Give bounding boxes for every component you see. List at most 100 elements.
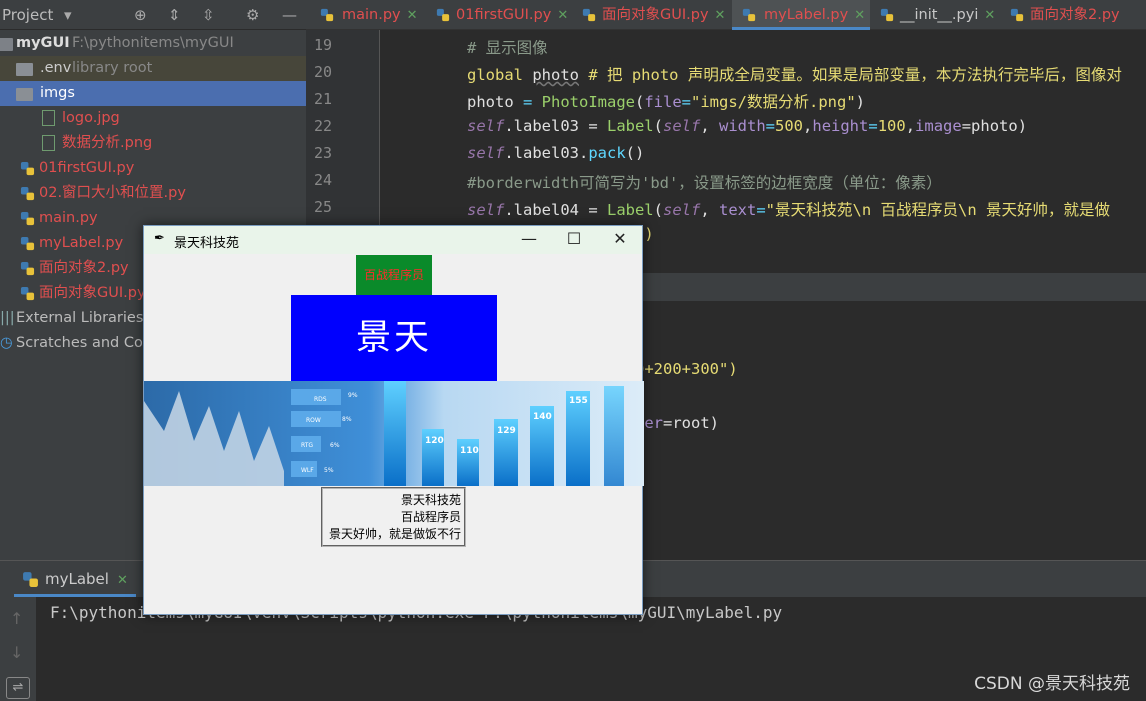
tk-titlebar[interactable]: ✒ 景天科技苑 — ☐ ✕ [144, 226, 642, 254]
image-row-label: ROW [306, 417, 321, 424]
tree-item-path: F:\pythonitems\myGUI [72, 35, 234, 51]
code-line-fragment: ter=root) [635, 414, 719, 432]
project-panel-header: Project ▾ ⊕ ⇕ ⇳ ⚙ — [0, 0, 306, 30]
tab-oop2[interactable]: 面向对象2.py [1006, 0, 1120, 30]
scratch-clock-icon: ◷ [0, 335, 13, 351]
close-button[interactable]: ✕ [607, 229, 633, 248]
expand-all-icon[interactable]: ⇕ [168, 6, 181, 24]
tree-item-label: External Libraries [16, 310, 144, 326]
label04-line: 百战程序员 [400, 510, 461, 524]
line-number: 19 [313, 36, 332, 54]
soft-wrap-icon[interactable]: ⇌ [6, 677, 30, 699]
tab-run-mylabel[interactable]: myLabel ✕ [14, 561, 136, 597]
python-file-icon [1010, 8, 1024, 22]
tree-item-datapng[interactable]: 数据分析.png [0, 131, 306, 156]
line-number: 25 [313, 198, 332, 216]
tab-01firstgui[interactable]: 01firstGUI.py ✕ [432, 0, 568, 30]
tab-label: myLabel.py [764, 7, 849, 23]
close-icon[interactable]: ✕ [854, 8, 865, 23]
data-analysis-image: RDS9% ROW 8% RTG 6% WLF 5% 120 110 129 140 … [144, 381, 644, 486]
close-icon[interactable]: ✕ [715, 8, 726, 23]
image-row-pct: 8% [342, 416, 352, 423]
label04-line: 景天好帅，就是做饭不行 [328, 527, 461, 541]
python-file-icon [742, 8, 756, 22]
locate-icon[interactable]: ⊕ [134, 6, 147, 24]
close-icon[interactable]: ✕ [557, 8, 568, 23]
image-file-icon [42, 110, 55, 126]
tree-item-logo[interactable]: logo.jpg [0, 106, 306, 131]
maximize-button[interactable]: ☐ [561, 229, 587, 248]
line-number: 20 [313, 63, 332, 81]
library-icon: ||| [0, 310, 15, 326]
editor-tab-bar: main.py ✕ 01firstGUI.py ✕ 面向对象GUI.py ✕ myLa… [306, 0, 1146, 30]
tree-item-label: 数据分析.png [62, 135, 153, 151]
label03-image: RDS 9% ROW 8% RTG 6% WLF 5% 120 110 129 140 … [144, 381, 644, 486]
image-bar-label: 129 [497, 426, 516, 436]
label01-green: 百战程序员 [356, 255, 432, 295]
image-row-pct: 6% [330, 442, 340, 449]
label04-multiline: 景天科技苑 百战程序员 景天好帅，就是做饭不行 [321, 487, 466, 547]
collapse-all-icon[interactable]: ⇳ [202, 6, 215, 24]
python-file-icon [582, 8, 596, 22]
tab-init-pyi[interactable]: __init__.pyi ✕ [876, 0, 995, 30]
image-row-label: RDS [314, 396, 327, 403]
arrow-down-icon[interactable]: ↓ [10, 643, 23, 662]
code-line-24: #borderwidth可简写为'bd'，设置标签的边框宽度（单位：像素） [467, 174, 942, 192]
code-line-21: photo = PhotoImage(file="imgs/数据分析.png") [467, 93, 866, 111]
python-file-icon [20, 211, 35, 226]
gear-icon[interactable]: ⚙ [246, 6, 259, 24]
python-file-icon [23, 572, 38, 587]
python-file-icon [20, 236, 35, 251]
code-line-25: self.label04 = Label(self, text="景天科技苑\n… [467, 201, 1110, 219]
arrow-up-icon[interactable]: ↑ [10, 609, 23, 628]
close-icon[interactable]: ✕ [407, 8, 418, 23]
tree-item-imgs[interactable]: imgs [0, 81, 306, 106]
python-file-icon [320, 8, 334, 22]
tree-item-label: .env [40, 60, 72, 76]
code-line-23: self.label03.pack() [467, 144, 645, 162]
folder-icon [16, 88, 33, 101]
tree-item-py[interactable]: 01firstGUI.py [0, 156, 306, 181]
tree-item-label: 01firstGUI.py [39, 160, 135, 176]
python-file-icon [20, 261, 35, 276]
tree-item-root[interactable]: myGUI F:\pythonitems\myGUI [0, 31, 306, 56]
python-file-icon [20, 286, 35, 301]
tab-label: __init__.pyi [900, 7, 979, 23]
tab-label: main.py [342, 7, 401, 23]
hide-icon[interactable]: — [282, 6, 297, 24]
tree-item-env[interactable]: .env library root [0, 56, 306, 81]
image-row-pct: 5% [324, 467, 334, 474]
tree-item-extra: library root [72, 60, 153, 76]
minimize-button[interactable]: — [516, 229, 542, 248]
image-bar-label: 120 [425, 436, 444, 446]
project-title[interactable]: Project [2, 6, 53, 24]
close-icon[interactable]: ✕ [117, 573, 128, 588]
folder-icon [0, 38, 13, 51]
tree-item-label: imgs [40, 85, 75, 101]
tree-item-label: 面向对象2.py [39, 260, 129, 276]
tree-item-py[interactable]: 02.窗口大小和位置.py [0, 181, 306, 206]
code-line-19: # 显示图像 [467, 39, 548, 57]
folder-icon [16, 63, 33, 76]
tree-item-label: Scratches and Cons [16, 335, 160, 351]
image-row-label: WLF [301, 467, 314, 474]
tree-item-label: myLabel.py [39, 235, 124, 251]
tab-oop-gui[interactable]: 面向对象GUI.py ✕ [578, 0, 725, 30]
python-file-icon [20, 161, 35, 176]
image-bar-label: 110 [460, 446, 479, 456]
tk-window: ✒ 景天科技苑 — ☐ ✕ 百战程序员 景天 RDS 9% ROW 8% RTG 6%… [143, 225, 644, 615]
feather-icon: ✒ [154, 231, 165, 246]
chevron-down-icon[interactable]: ▾ [64, 6, 72, 24]
tab-mylabel[interactable]: myLabel.py ✕ [732, 0, 870, 30]
tab-main[interactable]: main.py ✕ [312, 0, 418, 30]
image-row-pct: 9% [348, 392, 358, 399]
tree-item-label: myGUI [16, 35, 70, 51]
python-file-icon [436, 8, 450, 22]
label04-line: 景天科技苑 [400, 493, 461, 507]
tk-window-title: 景天科技苑 [174, 236, 240, 251]
tab-label: 面向对象GUI.py [602, 7, 709, 23]
image-bar-label: 155 [569, 396, 588, 406]
close-icon[interactable]: ✕ [984, 8, 995, 23]
tree-item-label: 面向对象GUI.py [39, 285, 146, 301]
watermark: CSDN @景天科技苑 [974, 674, 1130, 694]
